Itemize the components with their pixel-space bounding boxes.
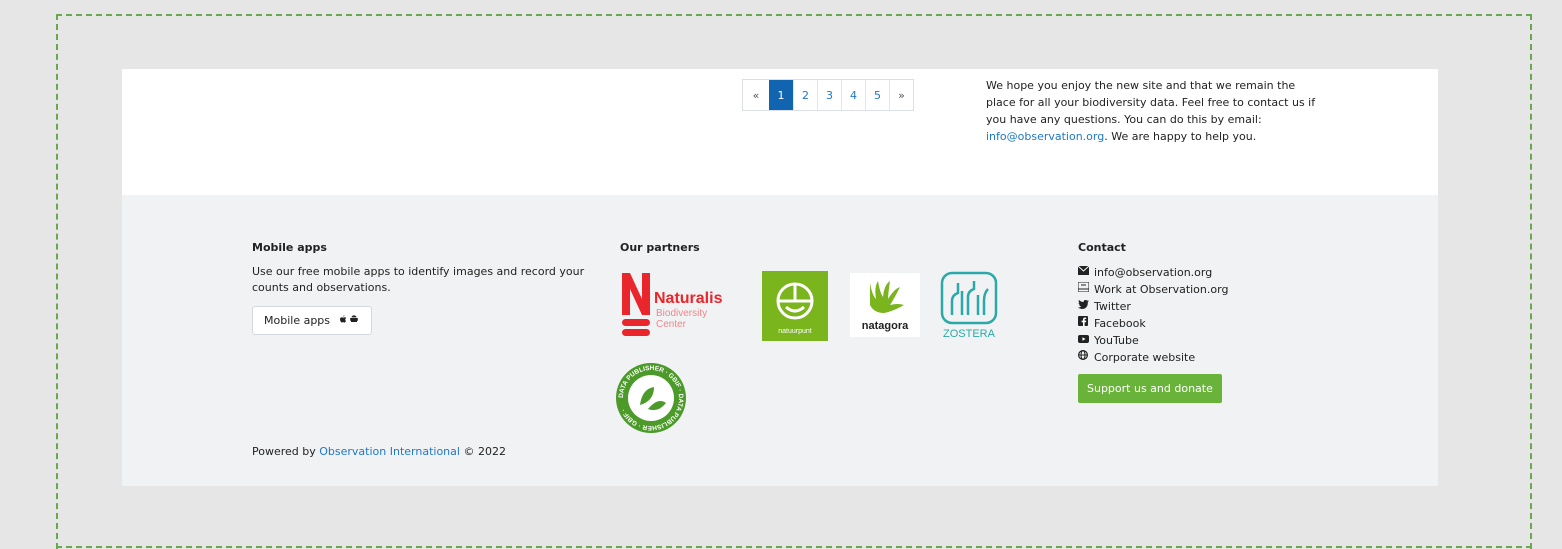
svg-text:ZOSTERA: ZOSTERA bbox=[943, 328, 996, 340]
pagination-page-4[interactable]: 4 bbox=[841, 80, 865, 110]
contact-work-label: Work at Observation.org bbox=[1094, 283, 1229, 296]
mobile-apps-section: Mobile apps Use our free mobile apps to … bbox=[252, 241, 592, 335]
natuurpunt-logo[interactable]: natuurpunt bbox=[762, 271, 828, 341]
pagination: « 1 2 3 4 5 » bbox=[742, 79, 914, 111]
contact-corporate-link[interactable]: Corporate website bbox=[1077, 349, 1318, 366]
svg-text:Center: Center bbox=[656, 319, 687, 330]
briefcase-icon bbox=[1077, 281, 1094, 298]
facebook-icon bbox=[1078, 315, 1094, 332]
donate-button[interactable]: Support us and donate bbox=[1078, 374, 1222, 403]
pagination-page-5[interactable]: 5 bbox=[865, 80, 889, 110]
youtube-icon bbox=[1078, 332, 1094, 349]
partners-title: Our partners bbox=[620, 241, 700, 254]
mobile-apps-description: Use our free mobile apps to identify ima… bbox=[252, 265, 585, 294]
contact-youtube-link[interactable]: YouTube bbox=[1078, 332, 1318, 349]
mobile-apps-button-label: Mobile apps bbox=[264, 314, 331, 327]
naturalis-logo[interactable]: Naturalis Biodiversity Center bbox=[620, 271, 750, 341]
svg-text:Biodiversity: Biodiversity bbox=[656, 308, 707, 319]
intro-closing: . We are happy to help you. bbox=[1104, 130, 1257, 143]
gbif-data-publisher-badge[interactable]: DATA PUBLISHER · GBIF · DATA PUBLISHER ·… bbox=[614, 361, 688, 435]
dashed-frame-bottom bbox=[56, 546, 1532, 548]
mobile-apps-title: Mobile apps bbox=[252, 241, 327, 254]
pagination-page-1[interactable]: 1 bbox=[769, 80, 793, 110]
contact-section: Contact info@observation.org Work at Obs… bbox=[1077, 241, 1318, 403]
mobile-apps-button[interactable]: Mobile apps bbox=[252, 306, 373, 335]
apple-android-icon bbox=[338, 314, 360, 327]
contact-youtube-label: YouTube bbox=[1094, 334, 1139, 347]
zostera-logo[interactable]: ZOSTERA bbox=[938, 271, 1000, 341]
pagination-prev[interactable]: « bbox=[743, 80, 769, 110]
page-content: « 1 2 3 4 5 » We hope you enjoy the new … bbox=[122, 69, 1438, 486]
svg-text:natagora: natagora bbox=[862, 320, 909, 332]
intro-text: We hope you enjoy the new site and that … bbox=[986, 77, 1316, 145]
partners-section: Our partners Naturalis Biodiversity Cent… bbox=[616, 241, 1020, 441]
contact-twitter-link[interactable]: Twitter bbox=[1078, 298, 1318, 315]
pagination-next[interactable]: » bbox=[889, 80, 913, 110]
contact-title: Contact bbox=[1078, 241, 1126, 254]
intro-body: We hope you enjoy the new site and that … bbox=[986, 79, 1316, 126]
contact-email-label: info@observation.org bbox=[1094, 266, 1213, 279]
envelope-icon bbox=[1077, 264, 1094, 281]
contact-list: info@observation.org Work at Observation… bbox=[1077, 264, 1318, 366]
contact-email-link[interactable]: info@observation.org bbox=[1077, 264, 1318, 281]
contact-corporate-label: Corporate website bbox=[1094, 351, 1196, 364]
intro-email-link[interactable]: info@observation.org bbox=[986, 130, 1104, 143]
pagination-page-3[interactable]: 3 bbox=[817, 80, 841, 110]
powered-prefix: Powered by bbox=[252, 445, 316, 458]
twitter-icon bbox=[1078, 298, 1094, 315]
contact-facebook-link[interactable]: Facebook bbox=[1078, 315, 1318, 332]
globe-icon bbox=[1077, 349, 1094, 366]
svg-text:natuurpunt: natuurpunt bbox=[778, 328, 812, 335]
observation-international-link[interactable]: Observation International bbox=[319, 445, 460, 458]
footer: Mobile apps Use our free mobile apps to … bbox=[122, 195, 1438, 486]
contact-facebook-label: Facebook bbox=[1094, 317, 1146, 330]
contact-work-link[interactable]: Work at Observation.org bbox=[1077, 281, 1318, 298]
svg-text:Naturalis: Naturalis bbox=[654, 290, 723, 307]
pagination-page-2[interactable]: 2 bbox=[793, 80, 817, 110]
powered-by: Powered by Observation International © 2… bbox=[252, 445, 506, 458]
contact-twitter-label: Twitter bbox=[1094, 300, 1131, 313]
natagora-logo[interactable]: natagora bbox=[850, 273, 920, 337]
copyright: © 2022 bbox=[463, 445, 506, 458]
